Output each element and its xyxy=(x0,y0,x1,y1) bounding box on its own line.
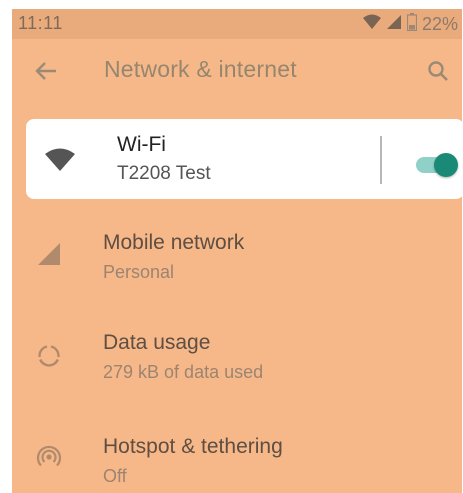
card-divider xyxy=(380,136,382,184)
status-indicators: 22% xyxy=(362,12,458,36)
hotspot-icon xyxy=(34,441,64,471)
status-time: 11:11 xyxy=(18,13,63,33)
list-item-title: Mobile network xyxy=(103,231,245,254)
search-icon xyxy=(428,61,448,81)
wifi-status-icon xyxy=(362,14,381,35)
list-item-mobile-network[interactable]: Mobile network Personal xyxy=(12,215,462,287)
back-button[interactable] xyxy=(30,55,62,87)
signal-icon xyxy=(34,239,64,269)
back-arrow-icon xyxy=(35,62,56,80)
list-item-title: Hotspot & tethering xyxy=(103,435,283,458)
wifi-icon xyxy=(45,148,75,171)
wifi-network-name: T2208 Test xyxy=(117,163,211,184)
list-item-hotspot[interactable]: Hotspot & tethering Off xyxy=(12,413,462,486)
page-title: Network & internet xyxy=(104,56,297,82)
list-item-subtitle: 279 kB of data used xyxy=(103,362,264,382)
wifi-setting-card[interactable]: Wi-Fi T2208 Test xyxy=(26,119,462,199)
status-bar: 11:11 22% xyxy=(12,9,462,39)
list-item-data-usage[interactable]: Data usage 279 kB of data used xyxy=(12,315,462,387)
battery-percentage: 22% xyxy=(421,13,458,34)
battery-icon xyxy=(406,12,418,36)
cell-signal-icon xyxy=(386,14,402,35)
search-button[interactable] xyxy=(422,55,454,87)
list-item-subtitle: Personal xyxy=(103,262,175,282)
wifi-title: Wi-Fi xyxy=(117,133,166,156)
list-item-title: Data usage xyxy=(103,331,211,354)
wifi-toggle[interactable] xyxy=(414,153,460,177)
data-usage-icon xyxy=(34,341,64,371)
app-bar: Network & internet xyxy=(12,39,462,103)
toggle-thumb xyxy=(434,153,458,177)
settings-screen: 11:11 22% Network & internet Wi-Fi T2208… xyxy=(12,9,462,493)
list-item-subtitle: Off xyxy=(103,466,127,486)
